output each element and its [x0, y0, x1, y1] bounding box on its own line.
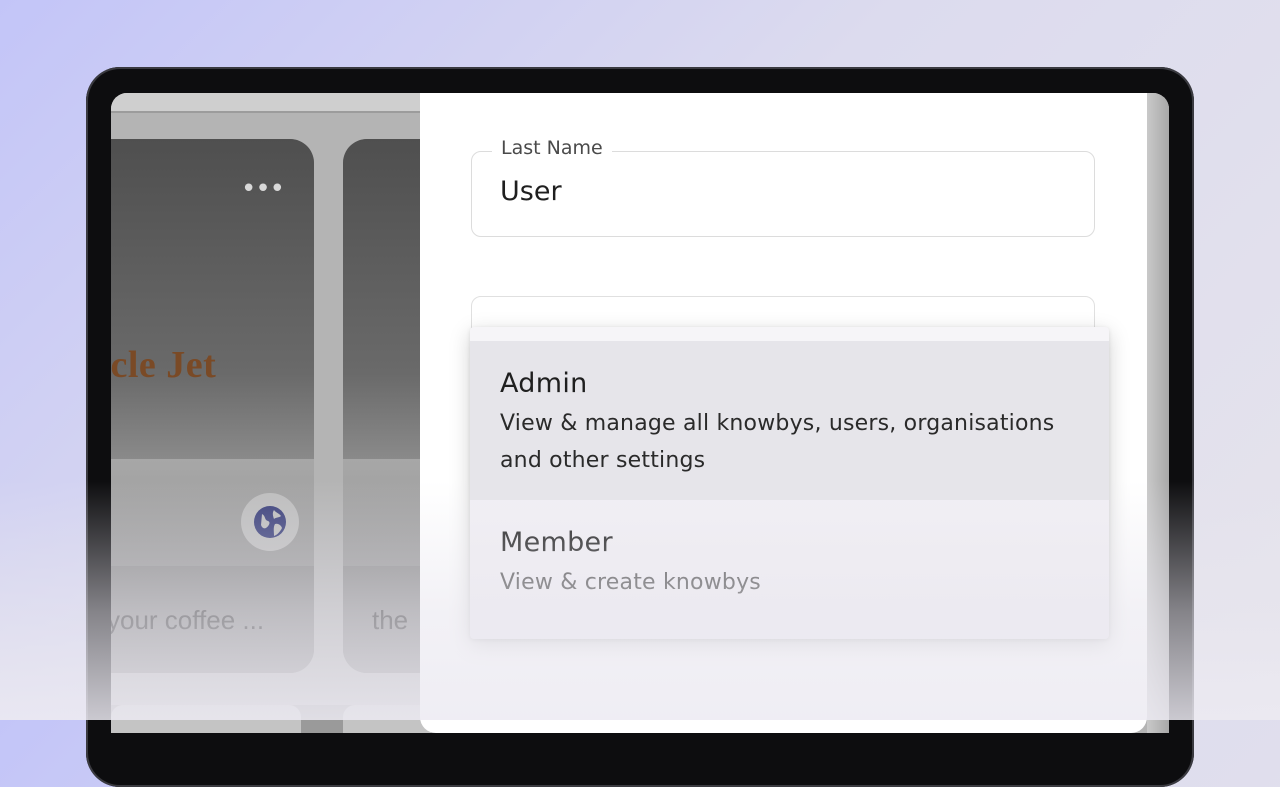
- card-brand-text: acle Jet: [111, 344, 217, 386]
- next-card-thumbnail: [111, 705, 301, 733]
- globe-icon: [254, 506, 286, 538]
- last-name-label: Last Name: [492, 137, 612, 159]
- background-app-edge: [1147, 93, 1169, 733]
- last-name-field[interactable]: Last Name User: [471, 137, 1095, 237]
- role-option-admin[interactable]: Admin View & manage all knowbys, users, …: [470, 341, 1109, 500]
- background-topbar: [111, 93, 431, 111]
- role-dropdown-menu: Admin View & manage all knowbys, users, …: [470, 327, 1109, 639]
- knowby-card[interactable]: acle Jet ••• your coffee ...: [111, 139, 314, 673]
- role-option-title: Admin: [500, 368, 588, 399]
- role-option-title: Member: [500, 527, 613, 558]
- role-option-description: View & create knowbys: [500, 570, 761, 595]
- card-caption: your coffee ...: [111, 605, 265, 635]
- card-caption: the: [372, 605, 409, 635]
- globe-icon-button[interactable]: [241, 493, 299, 551]
- last-name-value[interactable]: User: [500, 176, 562, 207]
- device-screen: acle Jet ••• your coffee ... the: [111, 93, 1169, 733]
- role-option-member[interactable]: Member View & create knowbys: [470, 500, 1109, 639]
- more-horizontal-icon[interactable]: •••: [241, 176, 285, 202]
- menu-top-padding: [470, 327, 1109, 341]
- background-topbar-divider: [111, 111, 431, 113]
- user-form-panel: Last Name User Admin View & manage all k…: [420, 93, 1147, 733]
- role-option-description: View & manage all knowbys, users, organi…: [500, 411, 1055, 473]
- next-card-thumbnail: [343, 705, 431, 733]
